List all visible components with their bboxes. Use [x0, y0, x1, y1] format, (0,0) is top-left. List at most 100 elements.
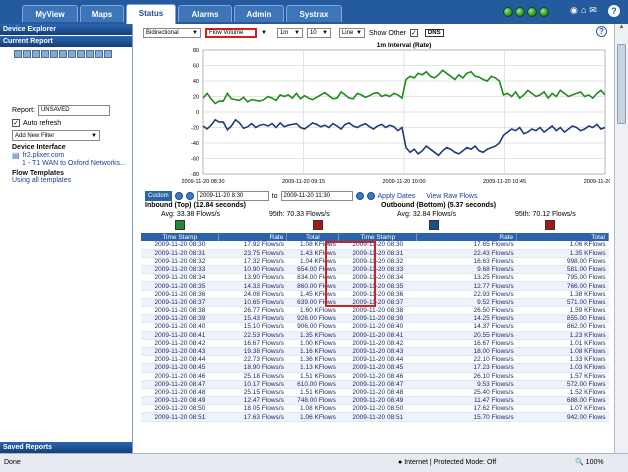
chevron-down-icon[interactable]: ▼ [261, 30, 267, 36]
email-icon[interactable] [32, 50, 40, 58]
table-cell: 2009-11-20 08:44 [141, 355, 219, 365]
table-cell: 22.43 Flows/s [416, 249, 517, 258]
table-cell: 654.00 Flows [286, 265, 339, 275]
table-cell: 2009-11-20 08:48 [141, 388, 219, 398]
table-cell: 9.68 Flows/s [416, 265, 517, 275]
auto-refresh-checkbox[interactable]: ✓ [12, 119, 20, 127]
col-rate-in[interactable]: Rate [218, 233, 288, 241]
table-cell: 22.53 Flows/s [218, 331, 287, 340]
end-date-input[interactable]: 2009-11-20 11:30 [280, 191, 353, 201]
metric-select[interactable]: Flow Volume [205, 28, 257, 38]
show-other-checkbox[interactable]: ✓ [409, 29, 418, 37]
add-filter-select[interactable]: Add New Filter ▼ [12, 130, 100, 141]
tab-systrax[interactable]: Systrax [286, 5, 342, 22]
table-row: 2009-11-20 08:46 25.18 Flows/s 1.51 KFlows… [141, 372, 609, 381]
scroll-up-icon[interactable]: ▲ [615, 24, 628, 30]
col-time-in[interactable]: Time Stamp [141, 233, 220, 241]
save-icon[interactable] [14, 50, 22, 58]
table-body: 2009-11-20 08:30 17.92 Flows/s 1.08 KFlows… [141, 241, 609, 422]
summary-stats: Inbound (Top) (12.84 seconds) Avg: 33.38… [145, 202, 605, 230]
next-icon[interactable] [366, 192, 375, 200]
table-cell: 14.25 Flows/s [416, 314, 517, 324]
table-cell: 942.00 Flows [516, 412, 609, 422]
tab-alarms[interactable]: Alarms [178, 5, 232, 22]
calendar-icon[interactable] [355, 192, 364, 200]
flow-table: Time Stamp Rate Total Time Stamp Rate To… [141, 233, 609, 422]
flow-templates-title: Flow Templates [12, 170, 64, 177]
table-cell: 1.52 KFlows [516, 388, 609, 398]
zoom-icon: 🔍 [575, 459, 586, 466]
report-row: Report: UNSAVED [0, 105, 132, 116]
apply-dates-link[interactable]: Apply Dates [378, 193, 416, 200]
refresh-icon[interactable] [95, 50, 103, 58]
chart-type-select[interactable]: Line ▼ [338, 28, 365, 38]
table-cell: 2009-11-20 08:42 [141, 339, 219, 348]
table-cell: 2009-11-20 08:43 [141, 347, 219, 357]
saved-reports-header[interactable]: Saved Reports [0, 442, 132, 453]
help-icon[interactable]: ? [596, 26, 607, 37]
tab-admin[interactable]: Admin [234, 5, 284, 22]
settings-icon[interactable] [59, 50, 67, 58]
table-row: 2009-11-20 08:48 25.15 Flows/s 1.51 KFlows… [141, 388, 609, 398]
link-icon[interactable] [86, 50, 94, 58]
col-time-out[interactable]: Time Stamp [338, 233, 418, 241]
table-cell: 17.23 Flows/s [416, 363, 517, 373]
zoom-level[interactable]: 🔍 100% [575, 454, 604, 472]
outbound-avg-swatch [429, 220, 439, 230]
tab-myview[interactable]: MyView [22, 5, 78, 22]
table-cell: 2009-11-20 08:44 [338, 355, 417, 365]
binoculars-icon[interactable]: ◉ [570, 5, 578, 16]
tab-maps[interactable]: Maps [80, 5, 124, 22]
col-total-in[interactable]: Total [286, 233, 340, 241]
print-icon[interactable] [23, 50, 31, 58]
table-row: 2009-11-20 08:49 12.47 Flows/s 748.00 Flow… [141, 396, 609, 406]
chart-title: 1m Interval (Rate) [377, 42, 432, 49]
device-explorer-header[interactable]: Device Explorer [0, 24, 132, 35]
home-icon[interactable]: ⌂ [581, 5, 586, 16]
prev-icon[interactable] [174, 192, 183, 200]
help-icon[interactable]: ? [608, 5, 620, 17]
direction-select[interactable]: Bidirectional ▼ [143, 28, 201, 38]
device-link[interactable]: fr2.plixer.com [23, 152, 65, 159]
interface-link[interactable]: 1 - T1 WAN to Oxford Networks... [0, 160, 132, 167]
y-tick-label: -20 [191, 126, 199, 132]
interval-select[interactable]: 1m ▼ [276, 28, 303, 38]
y-tick-label: 60 [193, 64, 199, 70]
report-name-input[interactable]: UNSAVED [37, 105, 110, 116]
pdf-icon[interactable] [77, 50, 85, 58]
vertical-scrollbar[interactable]: ▲ [614, 24, 628, 453]
green-light-icon [503, 7, 513, 17]
csv-icon[interactable] [68, 50, 76, 58]
tab-status[interactable]: Status [126, 4, 176, 24]
scroll-thumb[interactable] [617, 44, 626, 124]
zone-label: Internet | Protected Mode: Off [404, 459, 497, 466]
device-interface-title: Device Interface [12, 144, 66, 151]
top-icons: ◉ ⌂ ✉ [570, 5, 597, 16]
table-cell: 834.00 Flows [286, 273, 339, 283]
top-n-select[interactable]: 10 ▼ [306, 28, 331, 38]
templates-link[interactable]: Using all templates [0, 177, 132, 184]
table-cell: 22.10 Flows/s [416, 355, 517, 365]
mail-icon[interactable]: ✉ [589, 5, 597, 16]
flow-table-container: Time Stamp Rate Total Time Stamp Rate To… [141, 233, 609, 453]
view-raw-flows-link[interactable]: View Raw Flows [426, 193, 477, 200]
table-cell: 2009-11-20 08:39 [338, 314, 417, 324]
table-cell: 906.00 Flows [286, 322, 339, 332]
table-cell: 2009-11-20 08:36 [338, 290, 417, 299]
chevron-down-icon: ▼ [322, 30, 328, 36]
table-cell: 855.00 Flows [516, 314, 609, 324]
direction-value: Bidirectional [146, 30, 179, 36]
col-total-out[interactable]: Total [516, 233, 609, 241]
table-cell: 25.15 Flows/s [218, 388, 287, 398]
chart-type-value: Line [341, 30, 354, 36]
col-rate-out[interactable]: Rate [416, 233, 518, 241]
export-icon[interactable] [41, 50, 49, 58]
show-other-label: Show Other [368, 29, 406, 37]
start-date-input[interactable]: 2009-11-20 8:30 [196, 191, 269, 201]
calendar-icon[interactable] [50, 50, 58, 58]
calendar-icon[interactable] [185, 192, 194, 200]
filter-icon[interactable] [104, 50, 112, 58]
dns-button[interactable]: DNS [424, 29, 444, 37]
custom-button[interactable]: Custom [145, 191, 172, 201]
current-report-header[interactable]: Current Report [0, 36, 132, 47]
